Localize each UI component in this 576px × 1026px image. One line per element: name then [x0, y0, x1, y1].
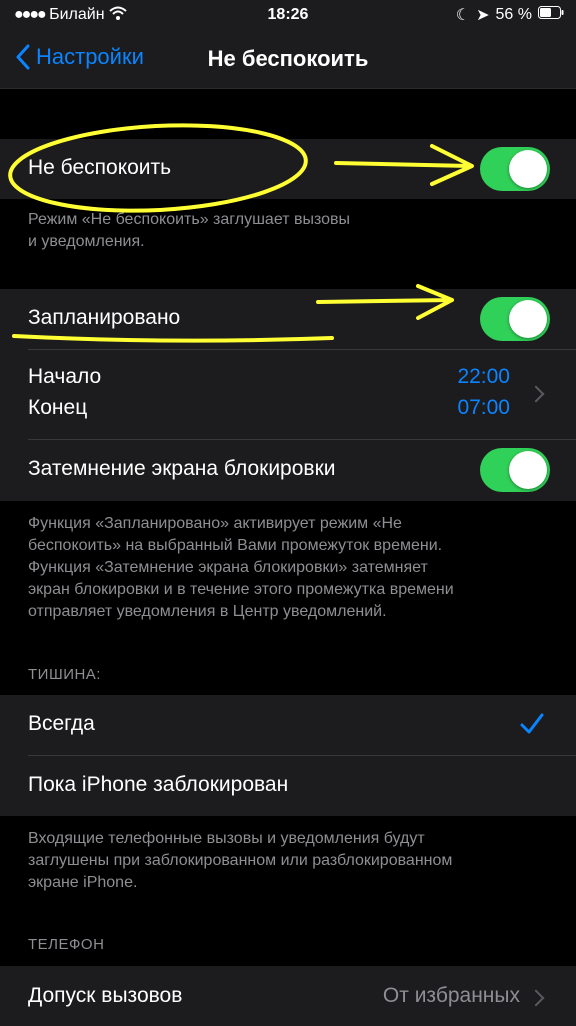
chevron-right-icon — [527, 385, 545, 403]
scheduled-group: Запланировано Начало Конец 22:00 07:00 З… — [0, 289, 576, 501]
scheduled-cell: Запланировано — [0, 289, 576, 349]
allow-calls-label: Допуск вызовов — [28, 984, 183, 1007]
scheduled-label: Запланировано — [28, 306, 181, 329]
allow-calls-value: От избранных — [382, 984, 520, 1007]
dnd-footer-line: и уведомления. — [28, 233, 145, 250]
phone-group: Допуск вызовов От избранных — [0, 966, 576, 1026]
dim-lockscreen-cell: Затемнение экрана блокировки — [0, 440, 576, 500]
scheduled-toggle[interactable] — [480, 297, 550, 341]
scheduled-footer-line: отправляет уведомления в Центр уведомлен… — [28, 603, 387, 620]
scheduled-footer-line: экран блокировки и в течение этого проме… — [28, 581, 454, 598]
silence-footer: Входящие телефонные вызовы и уведомления… — [28, 828, 552, 894]
scheduled-footer: Функция «Запланировано» активирует режим… — [28, 513, 552, 623]
start-label: Начало — [28, 365, 102, 388]
silence-footer-line: заглушены при заблокированном или разбло… — [28, 852, 453, 869]
dim-lockscreen-toggle[interactable] — [480, 448, 550, 492]
scheduled-footer-line: беспокоить» на выбранный Вами промежуток… — [28, 537, 443, 554]
silence-always-label: Всегда — [28, 712, 95, 735]
silence-option-locked[interactable]: Пока iPhone заблокирован — [0, 756, 576, 816]
battery-icon — [538, 6, 564, 24]
chevron-right-icon — [527, 989, 545, 1007]
page-title: Не беспокоить — [207, 46, 369, 71]
dnd-group: Не беспокоить — [0, 139, 576, 199]
status-right: ☾ ➤ 56 % — [456, 5, 564, 25]
location-icon: ➤ — [476, 7, 490, 24]
battery-percent: 56 % — [495, 6, 532, 23]
toggle-knob — [509, 150, 547, 188]
start-time-value: 22:00 — [457, 365, 510, 388]
dim-lockscreen-label: Затемнение экрана блокировки — [28, 457, 336, 480]
dnd-footer-line: Режим «Не беспокоить» заглушает вызовы — [28, 211, 351, 228]
phone-header: ТЕЛЕФОН — [28, 936, 105, 953]
schedule-time-cell[interactable]: Начало Конец 22:00 07:00 — [0, 350, 576, 439]
navigation-bar: Настройки Не беспокоить — [0, 30, 576, 89]
silence-footer-line: Входящие телефонные вызовы и уведомления… — [28, 830, 425, 847]
status-bar: ●●●● Билайн 18:26 ☾ ➤ 56 % — [0, 0, 576, 30]
silence-option-always[interactable]: Всегда — [0, 695, 576, 755]
silence-footer-line: экране iPhone. — [28, 874, 138, 891]
end-time-value: 07:00 — [457, 396, 510, 419]
toggle-knob — [509, 300, 547, 338]
checkmark-icon — [520, 713, 544, 734]
dnd-toggle[interactable] — [480, 147, 550, 191]
dnd-footer: Режим «Не беспокоить» заглушает вызовы и… — [28, 209, 552, 253]
silence-group: Всегда Пока iPhone заблокирован — [0, 695, 576, 816]
toggle-knob — [509, 451, 547, 489]
allow-calls-cell[interactable]: Допуск вызовов От избранных — [0, 966, 576, 1026]
end-label: Конец — [28, 396, 88, 419]
moon-icon: ☾ — [455, 7, 471, 24]
dnd-label: Не беспокоить — [28, 156, 172, 179]
silence-locked-label: Пока iPhone заблокирован — [28, 773, 289, 796]
silence-header: ТИШИНА: — [28, 666, 101, 683]
scheduled-footer-line: Функция «Запланировано» активирует режим… — [28, 515, 402, 532]
scheduled-footer-line: Функция «Затемнение экрана блокировки» з… — [28, 559, 428, 576]
dnd-cell: Не беспокоить — [0, 139, 576, 199]
